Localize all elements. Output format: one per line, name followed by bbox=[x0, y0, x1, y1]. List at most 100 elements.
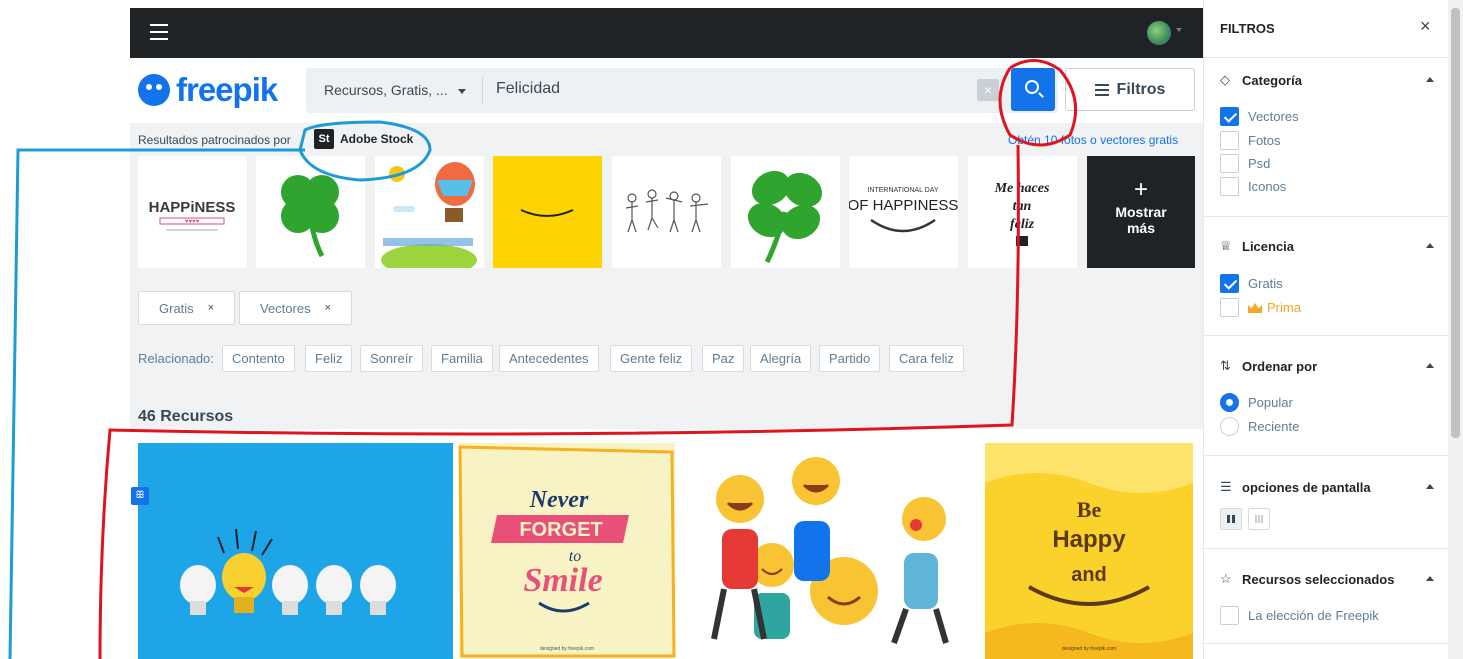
card-text: Be bbox=[1077, 497, 1102, 522]
active-filter-tag[interactable]: Gratis × bbox=[138, 291, 236, 325]
smile-thumb-image bbox=[520, 209, 574, 217]
related-tag[interactable]: Gente feliz bbox=[610, 345, 693, 372]
sort-icon: ⇅ bbox=[1220, 358, 1231, 373]
search-button[interactable] bbox=[1011, 68, 1055, 111]
related-tag[interactable]: Paz bbox=[702, 345, 745, 372]
chevron-down-icon[interactable] bbox=[458, 89, 466, 94]
card-credit: designed by freepik.com bbox=[1062, 646, 1116, 652]
adobe-stock-logo[interactable]: St Adobe Stock bbox=[314, 129, 413, 149]
option-label: Vectores bbox=[1248, 109, 1299, 124]
me-haces-feliz-thumb-image: Me haces tan feliz bbox=[994, 181, 1050, 246]
checkbox-eleccion-freepik[interactable] bbox=[1220, 606, 1239, 625]
checkbox-vectores[interactable] bbox=[1220, 107, 1239, 126]
be-happy-image: Be Happy and designed by freepik.com bbox=[985, 443, 1193, 659]
chevron-down-icon[interactable] bbox=[1176, 28, 1182, 32]
sliders-icon bbox=[1094, 83, 1109, 96]
results-count: 46 Recursos bbox=[138, 408, 234, 425]
chevron-up-icon[interactable] bbox=[1426, 576, 1434, 581]
result-card[interactable] bbox=[138, 443, 453, 659]
section-ordenar[interactable]: ⇅ Ordenar por bbox=[1220, 358, 1317, 374]
user-icon[interactable]: ꕥ bbox=[131, 487, 149, 505]
tag-label: Vectores bbox=[260, 300, 311, 316]
close-icon[interactable]: × bbox=[325, 302, 331, 314]
close-icon[interactable]: × bbox=[208, 302, 214, 314]
search-input[interactable]: Felicidad bbox=[496, 80, 560, 98]
four-leaf-clover-thumb-image bbox=[747, 170, 823, 264]
freepik-logo[interactable]: freepik bbox=[138, 70, 278, 110]
show-more-button[interactable]: + Mostrar más bbox=[1087, 156, 1195, 268]
chevron-up-icon[interactable] bbox=[1426, 243, 1434, 248]
related-tag[interactable]: Antecedentes bbox=[499, 345, 599, 372]
chevron-up-icon[interactable] bbox=[1426, 484, 1434, 489]
divider bbox=[1204, 455, 1449, 456]
crown-icon bbox=[1248, 303, 1262, 313]
related-tag[interactable]: Feliz bbox=[305, 345, 353, 372]
section-title: Categoría bbox=[1242, 72, 1302, 88]
logo-text: freepik bbox=[176, 71, 278, 108]
balloon-thumb-image bbox=[381, 162, 477, 268]
option-label: Reciente bbox=[1248, 419, 1300, 434]
section-licencia[interactable]: ♕ Licencia bbox=[1220, 238, 1294, 254]
plus-icon: + bbox=[1133, 176, 1148, 203]
sponsored-thumbnail[interactable]: INTERNATIONAL DAY OF HAPPINESS bbox=[849, 156, 958, 268]
related-tag[interactable]: Alegría bbox=[750, 345, 812, 372]
adobe-stock-icon: St bbox=[314, 129, 334, 149]
show-more-label: Mostrar más bbox=[1115, 204, 1167, 236]
related-tag[interactable]: Cara feliz bbox=[889, 345, 964, 372]
option-label: Popular bbox=[1248, 395, 1293, 410]
sponsored-thumbnail[interactable] bbox=[256, 156, 365, 268]
freepik-page: freepik Recursos, Gratis, ... Felicidad … bbox=[0, 0, 1463, 659]
result-card[interactable] bbox=[684, 443, 975, 659]
sponsored-thumbnail[interactable]: HAPPiNESS ♥♥♥♥ bbox=[138, 156, 247, 268]
related-tag[interactable]: Familia bbox=[431, 345, 493, 372]
happiness-thumb-image: HAPPiNESS ♥♥♥♥ bbox=[149, 199, 235, 231]
user-avatar[interactable] bbox=[1147, 21, 1171, 45]
result-card[interactable]: Be Happy and designed by freepik.com bbox=[985, 443, 1193, 659]
section-title: Licencia bbox=[1242, 238, 1295, 254]
search-type-select[interactable]: Recursos, Gratis, ... bbox=[324, 82, 448, 98]
radio-reciente[interactable] bbox=[1220, 417, 1239, 436]
chevron-up-icon[interactable] bbox=[1426, 77, 1434, 82]
clear-search-button[interactable]: × bbox=[977, 79, 999, 101]
filters-button[interactable]: Filtros bbox=[1065, 68, 1195, 111]
card-text: and bbox=[1071, 564, 1107, 586]
related-tag[interactable]: Partido bbox=[819, 345, 881, 372]
related-tag[interactable]: Sonreír bbox=[360, 345, 423, 372]
section-categoria[interactable]: ◇ Categoría bbox=[1220, 72, 1302, 88]
result-card[interactable]: Never FORGET to Smile designed by freepi… bbox=[459, 443, 675, 659]
hamburger-menu-icon[interactable] bbox=[150, 24, 168, 40]
sponsored-thumbnail[interactable] bbox=[493, 156, 602, 268]
close-icon[interactable]: × bbox=[1420, 16, 1431, 37]
option-label-prima: Prima bbox=[1248, 300, 1301, 315]
checkbox-psd[interactable] bbox=[1220, 154, 1239, 173]
active-filter-tag[interactable]: Vectores × bbox=[239, 291, 353, 325]
divider bbox=[1204, 335, 1449, 336]
chevron-up-icon[interactable] bbox=[1426, 363, 1434, 368]
grid-small-view-button[interactable] bbox=[1248, 508, 1270, 530]
card-text: FORGET bbox=[519, 519, 602, 541]
card-text: Never bbox=[529, 487, 589, 513]
radio-popular[interactable] bbox=[1220, 393, 1239, 412]
section-pantalla[interactable]: ☰ opciones de pantalla bbox=[1220, 479, 1371, 495]
checkbox-prima[interactable] bbox=[1220, 298, 1239, 317]
sponsored-thumbnail[interactable] bbox=[375, 156, 484, 268]
checkbox-gratis[interactable] bbox=[1220, 274, 1239, 293]
star-icon: ☆ bbox=[1220, 571, 1232, 586]
crown-outline-icon: ♕ bbox=[1220, 238, 1232, 253]
scrollbar-thumb[interactable] bbox=[1451, 8, 1460, 438]
freepik-logo-icon bbox=[138, 74, 170, 106]
grid-large-view-button[interactable] bbox=[1220, 508, 1242, 530]
checkbox-fotos[interactable] bbox=[1220, 131, 1239, 150]
sliders-icon: ☰ bbox=[1220, 479, 1232, 494]
sponsored-thumbnail[interactable] bbox=[731, 156, 840, 268]
adobe-stock-name: Adobe Stock bbox=[340, 132, 414, 146]
sponsored-thumbnail[interactable] bbox=[612, 156, 721, 268]
section-seleccionados[interactable]: ☆ Recursos seleccionados bbox=[1220, 571, 1394, 587]
checkbox-iconos[interactable] bbox=[1220, 177, 1239, 196]
sidebar-header: FILTROS × bbox=[1204, 0, 1449, 58]
sponsored-thumbnail[interactable]: Me haces tan feliz bbox=[968, 156, 1077, 268]
related-tag[interactable]: Contento bbox=[222, 345, 295, 372]
divider bbox=[1204, 643, 1449, 644]
free-offer-link[interactable]: Obtén 10 fotos o vectores gratis bbox=[1008, 133, 1178, 147]
people-sketch-thumb-image bbox=[625, 189, 709, 233]
